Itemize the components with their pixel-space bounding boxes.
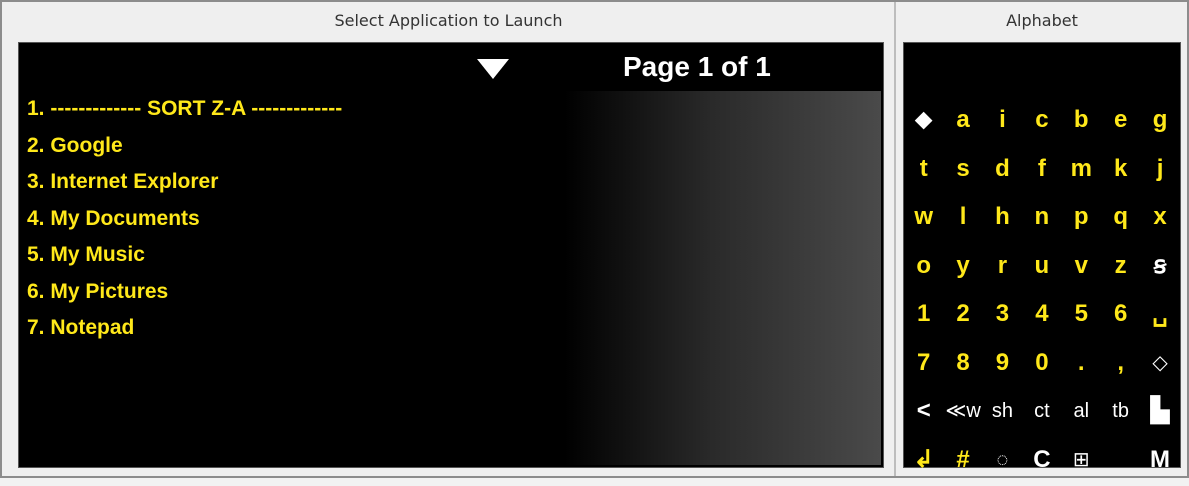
key-r1c2[interactable]: d — [983, 147, 1022, 196]
key-r7c0[interactable]: ↲ — [904, 438, 943, 486]
key-r3c3[interactable]: u — [1022, 244, 1061, 293]
key-r2c3[interactable]: n — [1022, 195, 1061, 244]
key-r5c0[interactable]: 7 — [904, 341, 943, 390]
key-r6c4[interactable]: al — [1062, 389, 1101, 438]
keyboard-row: <≪wshctaltb▙ — [904, 389, 1180, 438]
key-r0c1[interactable]: a — [943, 98, 982, 147]
keyboard-row: ↲#◌C⊞ M — [904, 438, 1180, 486]
key-r6c2[interactable]: sh — [983, 389, 1022, 438]
key-r4c0[interactable]: 1 — [904, 292, 943, 341]
key-r2c4[interactable]: p — [1062, 195, 1101, 244]
key-r4c1[interactable]: 2 — [943, 292, 982, 341]
app-list: 1. ------------- SORT Z-A ------------- … — [27, 95, 342, 351]
key-r6c6[interactable]: ▙ — [1140, 389, 1179, 438]
list-item-sort[interactable]: 1. ------------- SORT Z-A ------------- — [27, 95, 342, 132]
list-item-my-pictures[interactable]: 6. My Pictures — [27, 278, 342, 315]
application-list-panel: Page 1 of 1 1. ------------- SORT Z-A --… — [18, 42, 884, 468]
keyboard-row: oyruvzꞩ — [904, 244, 1180, 293]
key-r7c4[interactable]: ⊞ — [1062, 438, 1101, 486]
key-r5c1[interactable]: 8 — [943, 341, 982, 390]
key-r1c3[interactable]: f — [1022, 147, 1061, 196]
key-r4c4[interactable]: 5 — [1062, 292, 1101, 341]
key-r6c1[interactable]: ≪w — [943, 389, 982, 438]
key-r4c2[interactable]: 3 — [983, 292, 1022, 341]
key-r1c0[interactable]: t — [904, 147, 943, 196]
key-r7c6[interactable]: M — [1140, 438, 1179, 486]
keyboard-row: ⬥aicbeg — [904, 98, 1180, 147]
key-r3c2[interactable]: r — [983, 244, 1022, 293]
key-r5c3[interactable]: 0 — [1022, 341, 1061, 390]
panel-divider — [894, 2, 896, 476]
alphabet-keyboard: ⬥aicbegtsdfmkjwlhnpqxoyruvzꞩ123456␣7890.… — [904, 98, 1180, 486]
key-r2c0[interactable]: w — [904, 195, 943, 244]
right-panel-title: Alphabet — [897, 2, 1187, 40]
key-r0c4[interactable]: b — [1062, 98, 1101, 147]
key-r1c4[interactable]: m — [1062, 147, 1101, 196]
key-r6c5[interactable]: tb — [1101, 389, 1140, 438]
key-r2c1[interactable]: l — [943, 195, 982, 244]
key-r7c3[interactable]: C — [1022, 438, 1061, 486]
key-r3c0[interactable]: o — [904, 244, 943, 293]
key-r7c5 — [1101, 438, 1140, 486]
key-r5c5[interactable]: , — [1101, 341, 1140, 390]
key-r2c2[interactable]: h — [983, 195, 1022, 244]
key-r1c1[interactable]: s — [943, 147, 982, 196]
key-r7c1[interactable]: # — [943, 438, 982, 486]
key-r0c6[interactable]: g — [1140, 98, 1179, 147]
key-r3c6[interactable]: ꞩ — [1140, 244, 1179, 293]
key-r0c2[interactable]: i — [983, 98, 1022, 147]
left-panel-title: Select Application to Launch — [2, 2, 895, 40]
key-r6c3[interactable]: ct — [1022, 389, 1061, 438]
list-item-internet-explorer[interactable]: 3. Internet Explorer — [27, 168, 342, 205]
list-item-google[interactable]: 2. Google — [27, 132, 342, 169]
key-r1c5[interactable]: k — [1101, 147, 1140, 196]
key-r5c2[interactable]: 9 — [983, 341, 1022, 390]
keyboard-row: tsdfmkj — [904, 147, 1180, 196]
key-r4c5[interactable]: 6 — [1101, 292, 1140, 341]
app-launcher-window: Select Application to Launch Alphabet Pa… — [0, 0, 1189, 478]
key-r0c3[interactable]: c — [1022, 98, 1061, 147]
key-r2c5[interactable]: q — [1101, 195, 1140, 244]
page-down-arrow-icon[interactable] — [477, 59, 509, 79]
key-r3c4[interactable]: v — [1062, 244, 1101, 293]
gradient-overlay — [459, 91, 881, 465]
keyboard-row: 123456␣ — [904, 292, 1180, 341]
key-r1c6[interactable]: j — [1140, 147, 1179, 196]
keyboard-row: wlhnpqx — [904, 195, 1180, 244]
key-r6c0[interactable]: < — [904, 389, 943, 438]
list-item-notepad[interactable]: 7. Notepad — [27, 314, 342, 351]
key-r2c6[interactable]: x — [1140, 195, 1179, 244]
keyboard-row: 7890.,◇ — [904, 341, 1180, 390]
key-r3c5[interactable]: z — [1101, 244, 1140, 293]
key-r4c6[interactable]: ␣ — [1140, 292, 1179, 341]
list-item-my-documents[interactable]: 4. My Documents — [27, 205, 342, 242]
key-r0c0[interactable]: ⬥ — [904, 98, 943, 147]
list-item-my-music[interactable]: 5. My Music — [27, 241, 342, 278]
key-r3c1[interactable]: y — [943, 244, 982, 293]
key-r5c4[interactable]: . — [1062, 341, 1101, 390]
key-r5c6[interactable]: ◇ — [1140, 341, 1179, 390]
page-indicator: Page 1 of 1 — [623, 51, 771, 83]
key-r7c2[interactable]: ◌ — [983, 438, 1022, 486]
key-r0c5[interactable]: e — [1101, 98, 1140, 147]
alphabet-keyboard-panel: ⬥aicbegtsdfmkjwlhnpqxoyruvzꞩ123456␣7890.… — [903, 42, 1181, 468]
key-r4c3[interactable]: 4 — [1022, 292, 1061, 341]
